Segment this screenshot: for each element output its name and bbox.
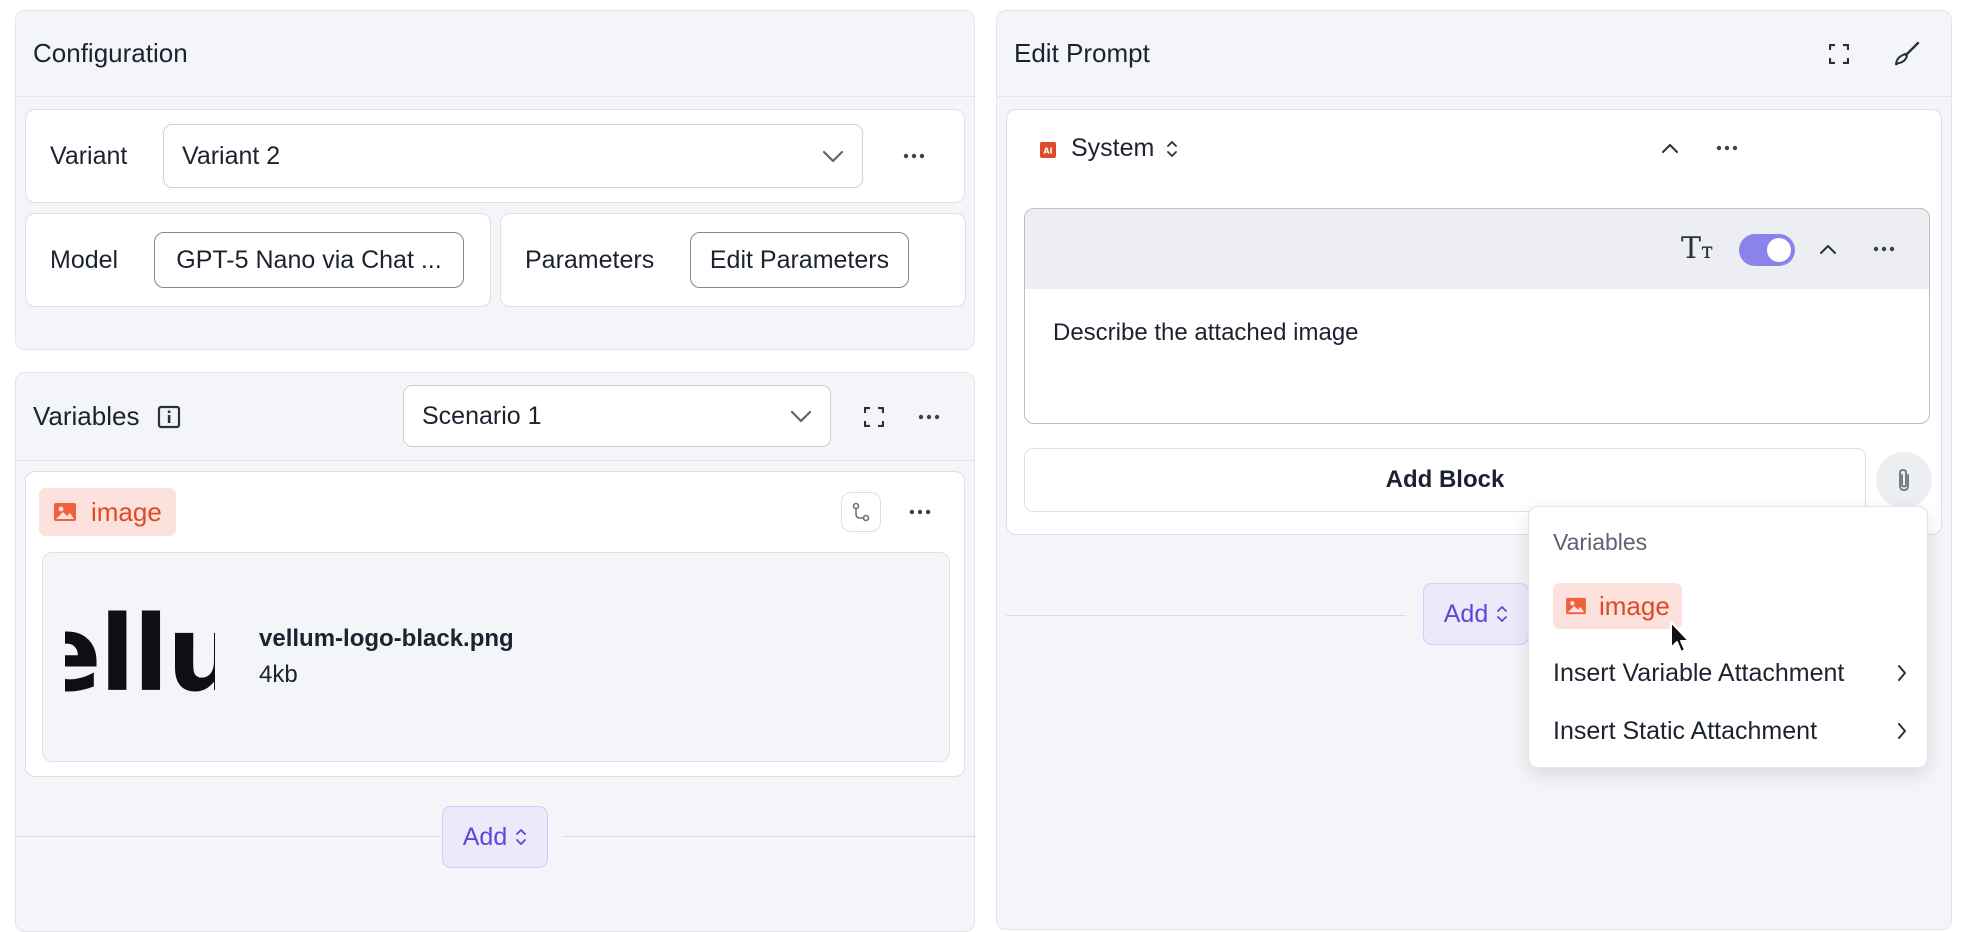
chevron-up-icon <box>1820 244 1836 254</box>
block-more-button[interactable] <box>1707 128 1747 168</box>
chevron-up-down-icon <box>515 827 527 847</box>
scenario-select[interactable]: Scenario 1 <box>403 385 831 447</box>
configuration-header: Configuration <box>16 11 974 97</box>
parameters-label: Parameters <box>525 246 655 274</box>
more-horizontal-icon <box>903 153 925 159</box>
add-divider-left <box>16 836 441 837</box>
configuration-title: Configuration <box>33 38 188 68</box>
chevron-up-down-icon <box>1166 139 1178 159</box>
info-icon[interactable] <box>157 405 181 429</box>
edit-prompt-title: Edit Prompt <box>1014 38 1150 68</box>
chevron-right-icon <box>1897 722 1907 740</box>
add-block-label: Add Block <box>1385 466 1505 493</box>
variables-title: Variables <box>33 401 140 431</box>
collapse-block-button[interactable] <box>1650 128 1690 168</box>
collapse-message-button[interactable] <box>1808 229 1848 269</box>
add-label: Add <box>462 822 508 851</box>
chevron-down-icon <box>822 142 844 171</box>
chevron-up-icon <box>1662 143 1678 153</box>
attachment-button[interactable] <box>1876 452 1932 508</box>
chevron-right-icon <box>1897 664 1907 682</box>
prompt-add-button[interactable]: Add <box>1423 583 1529 645</box>
file-size: 4kb <box>259 661 298 688</box>
add-divider-right <box>564 836 976 837</box>
model-card: Model GPT-5 Nano via Chat ... <box>25 213 491 307</box>
configuration-panel: Configuration Variant Variant 2 Model GP… <box>15 10 975 350</box>
role-label: System <box>1071 134 1155 162</box>
logo-text: ellu <box>65 605 215 705</box>
insert-variable-attachment-label: Insert Variable Attachment <box>1553 658 1845 687</box>
message-more-button[interactable] <box>1864 229 1904 269</box>
chevron-down-icon <box>790 402 812 431</box>
file-thumbnail: ellu <box>65 605 215 705</box>
menu-variable-item[interactable]: image <box>1553 583 1682 629</box>
variable-chip[interactable]: image <box>39 488 176 536</box>
scenario-select-value: Scenario 1 <box>422 401 542 430</box>
file-name: vellum-logo-black.png <box>259 625 514 652</box>
variables-expand-button[interactable] <box>854 397 894 437</box>
brush-icon <box>1895 41 1920 66</box>
variant-more-button[interactable] <box>894 136 934 176</box>
menu-variable-name: image <box>1599 590 1670 621</box>
variable-more-button[interactable] <box>900 492 940 532</box>
edit-prompt-panel: Edit Prompt AI System Tт Describe the at… <box>996 10 1952 930</box>
model-label: Model <box>50 246 119 274</box>
variables-more-button[interactable] <box>909 397 949 437</box>
variables-add-button[interactable]: Add <box>442 806 548 868</box>
insert-static-attachment-item[interactable]: Insert Static Attachment <box>1553 713 1907 749</box>
system-block-card: AI System Tт Describe the attached image… <box>1006 109 1942 535</box>
variable-card: image ellu vellum-logo-black.png 4kb <box>25 471 965 777</box>
add-block-button[interactable]: Add Block <box>1024 448 1866 512</box>
prompt-add-divider-left <box>1006 615 1406 616</box>
role-selector[interactable]: System <box>1071 134 1178 163</box>
variable-route-button[interactable] <box>841 492 881 532</box>
fullscreen-button[interactable] <box>1819 34 1859 74</box>
parameters-card: Parameters Edit Parameters <box>500 213 966 307</box>
message-editor: Tт Describe the attached image <box>1024 208 1930 424</box>
edit-parameters-button[interactable]: Edit Parameters <box>690 232 909 288</box>
edit-prompt-header: Edit Prompt <box>997 11 1951 97</box>
image-icon <box>1565 597 1587 615</box>
variables-panel: Variables Scenario 1 image llu vellum-lo… <box>15 372 976 932</box>
chevron-up-down-icon <box>1496 604 1508 624</box>
expand-icon <box>1829 44 1849 64</box>
more-horizontal-icon <box>909 509 931 515</box>
edit-button[interactable] <box>1887 34 1927 74</box>
variant-label: Variant <box>50 142 128 170</box>
insert-variable-attachment-item[interactable]: Insert Variable Attachment <box>1553 655 1907 691</box>
paperclip-icon <box>1899 469 1909 491</box>
file-preview[interactable]: ellu vellum-logo-black.png 4kb <box>42 552 950 762</box>
svg-text:AI: AI <box>1043 147 1052 156</box>
variant-card: Variant Variant 2 <box>25 109 965 203</box>
route-icon <box>852 502 870 522</box>
variant-select-value: Variant 2 <box>182 141 281 170</box>
insert-static-attachment-label: Insert Static Attachment <box>1553 716 1818 745</box>
model-select-button[interactable]: GPT-5 Nano via Chat ... <box>154 232 464 288</box>
expand-icon <box>864 407 884 427</box>
variable-name: image <box>91 496 162 527</box>
mouse-cursor-icon <box>1669 620 1693 661</box>
more-horizontal-icon <box>1716 145 1738 151</box>
add-label: Add <box>1443 599 1489 628</box>
more-horizontal-icon <box>918 414 940 420</box>
ai-icon: AI <box>1040 142 1056 158</box>
toggle-knob <box>1767 238 1791 262</box>
variant-select[interactable]: Variant 2 <box>163 124 863 188</box>
more-horizontal-icon <box>1873 246 1895 252</box>
message-toggle[interactable] <box>1739 234 1795 266</box>
variables-dropdown-menu: Variables image Insert Variable Attachme… <box>1528 506 1928 768</box>
menu-section-label: Variables <box>1553 529 1648 555</box>
text-format-icon[interactable]: Tт <box>1681 231 1713 266</box>
image-icon <box>53 502 77 522</box>
message-text[interactable]: Describe the attached image <box>1053 319 1359 347</box>
